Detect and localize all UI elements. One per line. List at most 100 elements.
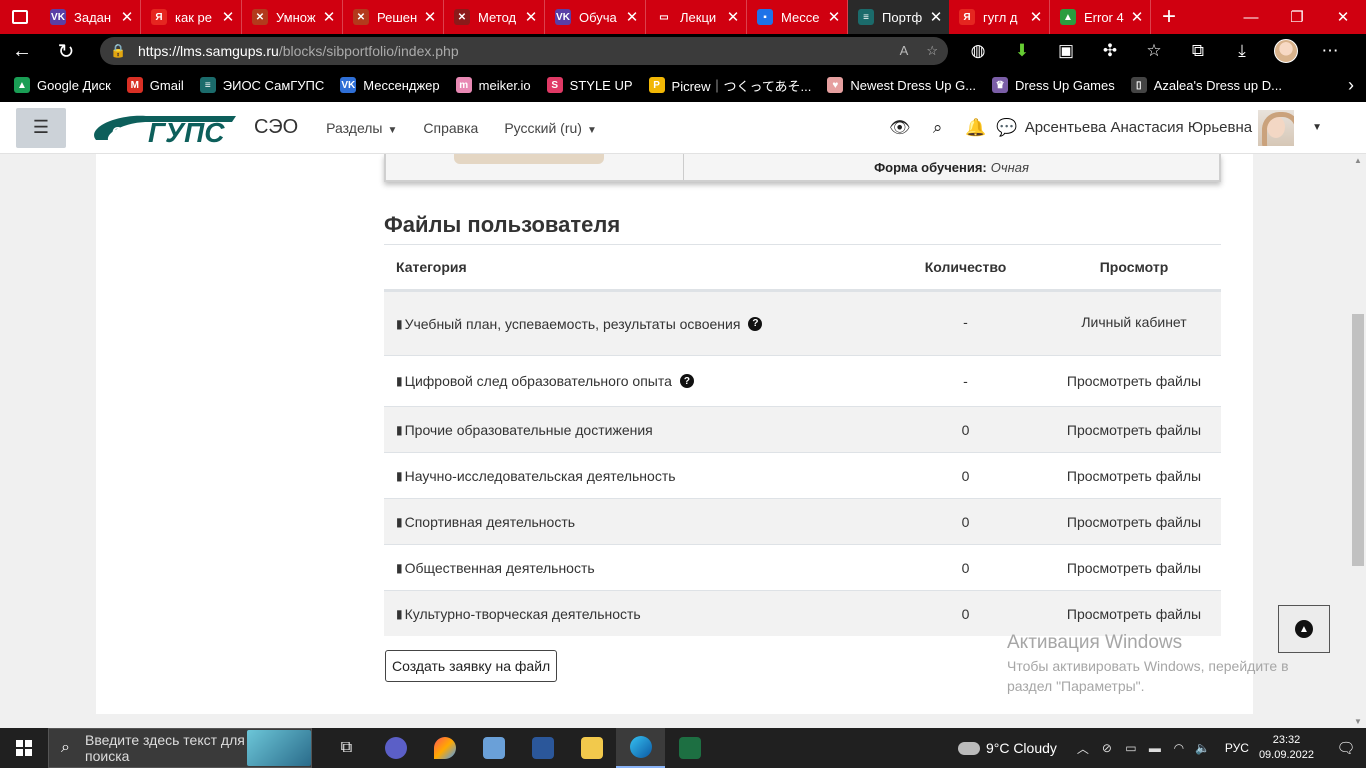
bookmarks-more-icon[interactable]: ›	[1336, 75, 1366, 96]
browser-tab[interactable]: Ягугл д ✕	[949, 0, 1050, 34]
profile-avatar[interactable]	[1264, 34, 1308, 68]
browser-tab[interactable]: VK Обуча ✕	[545, 0, 646, 34]
word-icon[interactable]	[518, 728, 567, 768]
bookmark-item[interactable]: VK Мессенджер	[340, 76, 440, 95]
bookmark-item[interactable]: M Gmail	[126, 76, 184, 95]
samgups-logo[interactable]: СаМ ГУПС	[86, 110, 246, 146]
bookmark-item[interactable]: ▯ Azalea's Dress up D...	[1130, 76, 1282, 95]
user-avatar[interactable]	[1258, 109, 1295, 146]
edge-browser-icon[interactable]	[616, 728, 665, 768]
browser-tab[interactable]: VK Задан ✕	[40, 0, 141, 34]
bookmark-item[interactable]: P Picrew｜つくってあそ...	[648, 76, 811, 95]
input-language[interactable]: РУС	[1225, 741, 1249, 755]
browser-tab[interactable]: ✕ Решен ✕	[343, 0, 444, 34]
browser-tab[interactable]: ✕ Умнож ✕	[242, 0, 343, 34]
task-view-icon[interactable]: ⧉	[322, 728, 371, 768]
tab-close-icon[interactable]: ✕	[929, 8, 943, 26]
bookmark-item[interactable]: ▲ Google Диск	[14, 76, 111, 95]
vpn-icon[interactable]: ◍	[956, 34, 1000, 68]
extension-icon[interactable]: ▣	[1044, 34, 1088, 68]
browser-tab[interactable]: ▪ Мессе ✕	[747, 0, 848, 34]
help-icon[interactable]: ?	[679, 374, 694, 388]
download-extension-icon[interactable]: ⬇	[1000, 34, 1044, 68]
messages-icon[interactable]: 💬	[995, 108, 1019, 148]
bookmark-item[interactable]: ♥ Newest Dress Up G...	[827, 76, 976, 95]
scrollbar-thumb[interactable]	[1352, 314, 1364, 566]
network-off-icon[interactable]: ⊘	[1095, 741, 1119, 755]
header-view: Просмотр	[1099, 259, 1169, 275]
back-icon[interactable]: ←	[0, 34, 44, 68]
downloads-icon[interactable]: ⤓	[1220, 34, 1264, 68]
browser-tab[interactable]: ≡ Портф ✕	[848, 0, 949, 34]
more-menu-icon[interactable]: ⋯	[1308, 34, 1352, 68]
tab-actions-icon[interactable]	[0, 0, 40, 34]
nav-link[interactable]: Русский (ru) ▼	[504, 120, 597, 136]
scroll-down-icon[interactable]: ▼	[1354, 717, 1362, 726]
new-tab-icon[interactable]: +	[1151, 0, 1187, 34]
notification-bell-icon[interactable]: 🔔	[957, 108, 995, 148]
user-menu-caret-icon[interactable]: ▼	[1312, 122, 1322, 133]
view-files-link[interactable]: Просмотреть файлы	[1047, 422, 1221, 438]
file-explorer-icon[interactable]	[567, 728, 616, 768]
search-icon[interactable]: ⌕	[919, 108, 957, 148]
url-input[interactable]: 🔒 https://lms.samgups.ru/blocks/sibportf…	[100, 37, 948, 65]
bookmark-item[interactable]: S STYLE UP	[546, 76, 633, 95]
accessibility-eye-icon[interactable]: 👁	[881, 108, 919, 148]
site-name[interactable]: СЭО	[254, 116, 298, 139]
browser-tab[interactable]: ▲ Error 4 ✕	[1050, 0, 1151, 34]
tab-close-icon[interactable]: ✕	[625, 8, 639, 26]
minimize-icon[interactable]: —	[1228, 0, 1274, 34]
volume-icon[interactable]: 🔈	[1191, 741, 1215, 755]
paint-app-icon[interactable]	[420, 728, 469, 768]
browser-tab[interactable]: ▭ Лекци ✕	[646, 0, 747, 34]
teams-icon[interactable]	[371, 728, 420, 768]
page-scrollbar[interactable]: ▲ ▼	[1350, 154, 1366, 728]
weather-widget[interactable]: 9°C Cloudy	[957, 740, 1057, 756]
taskbar-search-input[interactable]: ⌕ Введите здесь текст для поиска	[48, 728, 312, 768]
tab-close-icon[interactable]: ✕	[423, 8, 437, 26]
photo-viewer-icon[interactable]	[469, 728, 518, 768]
menu-toggle-button[interactable]: ☰	[16, 107, 66, 148]
start-button[interactable]	[0, 728, 48, 768]
view-files-link[interactable]: Просмотреть файлы	[1047, 606, 1221, 622]
tab-close-icon[interactable]: ✕	[322, 8, 336, 26]
view-files-link[interactable]: Просмотреть файлы	[1047, 373, 1221, 389]
hidden-icons-chevron-icon[interactable]: ︿	[1071, 740, 1095, 757]
excel-icon[interactable]	[665, 728, 714, 768]
tab-close-icon[interactable]: ✕	[120, 8, 134, 26]
view-files-link[interactable]: Личный кабинет	[1047, 292, 1221, 330]
device-icon[interactable]: ▭	[1119, 741, 1143, 755]
bookmark-item[interactable]: ♛ Dress Up Games	[992, 76, 1115, 95]
browser-tab[interactable]: Якак ре ✕	[141, 0, 242, 34]
tab-close-icon[interactable]: ✕	[827, 8, 841, 26]
nav-link[interactable]: Справка	[423, 120, 478, 136]
user-name[interactable]: Арсентьева Анастасия Юрьевна	[1025, 119, 1252, 136]
favorites-icon[interactable]: ☆	[1132, 34, 1176, 68]
tab-close-icon[interactable]: ✕	[524, 8, 538, 26]
bookmark-item[interactable]: ≡ ЭИОС СамГУПС	[199, 76, 324, 95]
help-icon[interactable]: ?	[748, 316, 763, 331]
view-files-link[interactable]: Просмотреть файлы	[1047, 468, 1221, 484]
tab-close-icon[interactable]: ✕	[726, 8, 740, 26]
close-window-icon[interactable]: ✕	[1320, 0, 1366, 34]
view-files-link[interactable]: Просмотреть файлы	[1047, 514, 1221, 530]
taskbar-clock[interactable]: 23:32 09.09.2022	[1259, 733, 1314, 763]
restore-icon[interactable]: ❐	[1274, 0, 1320, 34]
collections-icon[interactable]: ⧉	[1176, 34, 1220, 68]
nav-link[interactable]: Разделы ▼	[326, 120, 397, 136]
wifi-icon[interactable]: ◠	[1167, 741, 1191, 755]
refresh-icon[interactable]: ↻	[44, 34, 88, 68]
scroll-up-icon[interactable]: ▲	[1354, 156, 1362, 165]
tab-close-icon[interactable]: ✕	[1130, 8, 1144, 26]
read-aloud-icon[interactable]: A	[900, 43, 909, 59]
extensions-puzzle-icon[interactable]: ✣	[1088, 34, 1132, 68]
add-favorite-icon[interactable]: ☆	[926, 43, 938, 59]
create-file-request-button[interactable]: Создать заявку на файл	[385, 650, 558, 682]
browser-tab[interactable]: ✕ Метод ✕	[444, 0, 545, 34]
notification-center-icon[interactable]: 🗨	[1326, 739, 1366, 757]
bookmark-item[interactable]: m meiker.io	[455, 76, 531, 95]
battery-icon[interactable]: ▬	[1143, 741, 1167, 755]
view-files-link[interactable]: Просмотреть файлы	[1047, 560, 1221, 576]
tab-close-icon[interactable]: ✕	[221, 8, 235, 26]
tab-close-icon[interactable]: ✕	[1029, 8, 1043, 26]
